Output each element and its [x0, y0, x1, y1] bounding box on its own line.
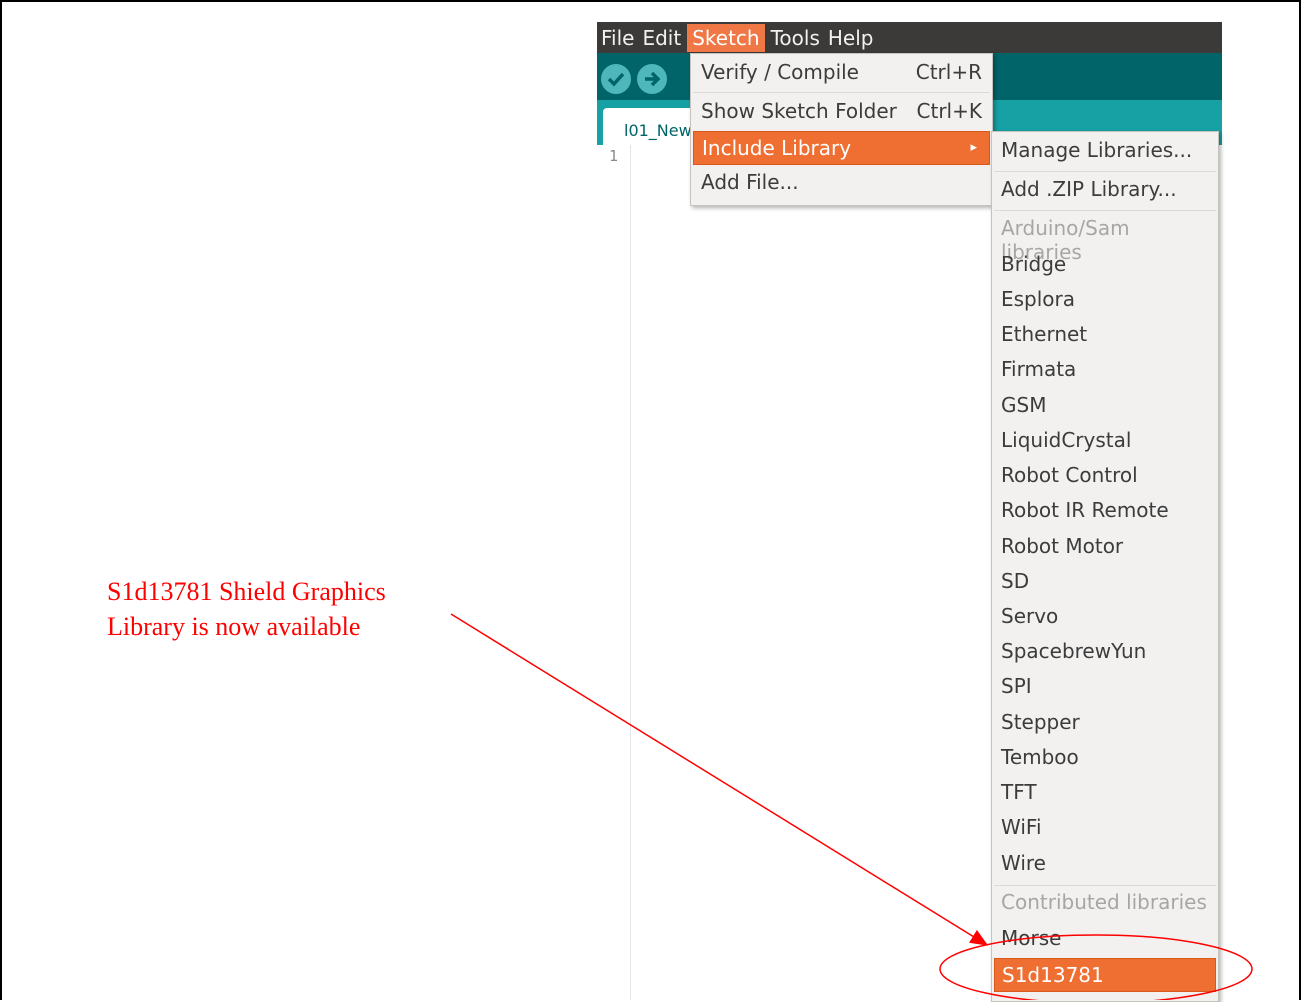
- highlight-ellipse: [939, 934, 1253, 1000]
- annotation-arrow: [450, 613, 989, 946]
- annotation-overlay: [450, 613, 1253, 1000]
